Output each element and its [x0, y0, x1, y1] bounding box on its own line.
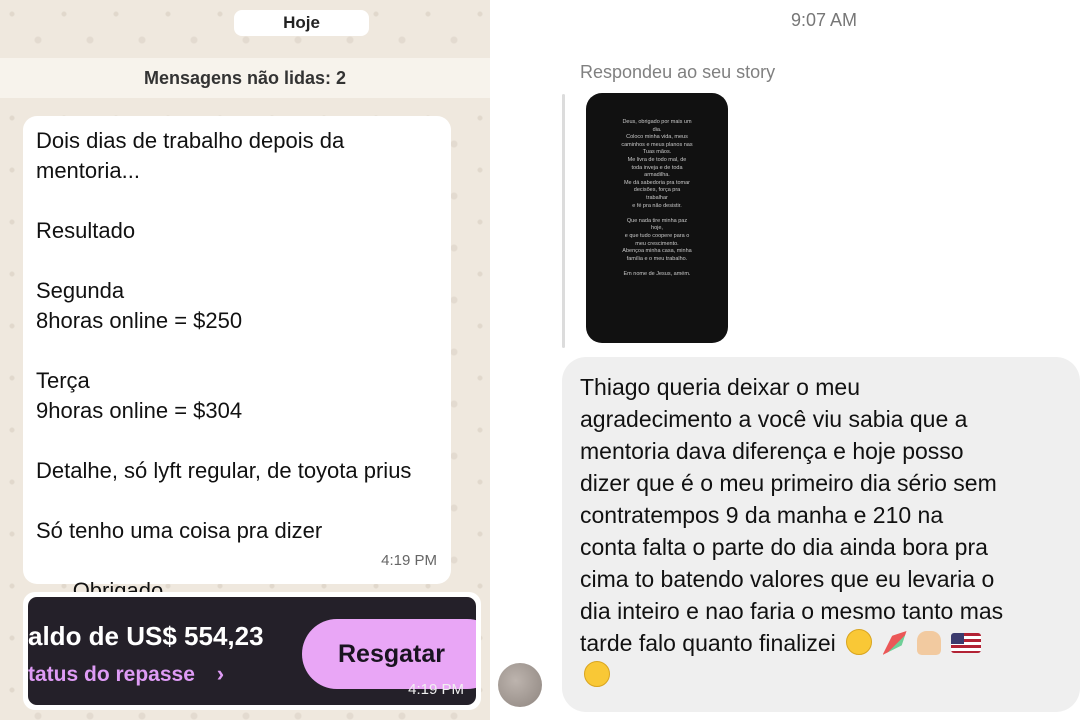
message-line: 8horas online = $250	[36, 308, 243, 333]
message-line: Thiago queria deixar o meu	[580, 374, 860, 400]
story-line	[600, 263, 714, 271]
story-line: Tuas mãos.	[642, 149, 672, 156]
message-line	[36, 336, 437, 366]
story-line: Deus, obrigado por mais um	[622, 119, 692, 125]
resgatar-button: Resgatar	[302, 619, 476, 689]
praying-hands-icon	[916, 631, 941, 655]
story-line: Abençoa minha casa, minha	[622, 248, 692, 255]
avatar[interactable]	[498, 663, 542, 707]
story-line: Em nome de Jesus, amém.	[623, 270, 691, 277]
message-line: Detalhe, só lyft regular, de toyota priu…	[36, 458, 412, 483]
message-last-line: tarde falo quanto finalizei	[580, 627, 1080, 659]
unread-banner: Mensagens não lidas: 2	[0, 58, 490, 98]
story-line: hoje,	[651, 225, 663, 232]
story-line: família e o meu trabalho.	[626, 255, 688, 262]
message-line-text: tarde falo quanto finalizei	[580, 630, 836, 656]
whatsapp-chat-pane: Hoje Mensagens não lidas: 2 Dois dias de…	[0, 0, 490, 720]
chat-timestamp: 9:07 AM	[790, 10, 858, 30]
story-line: trabalhar	[646, 194, 668, 201]
image-message-time: 4:19 PM	[408, 681, 464, 698]
message-line: cima to batendo valores que eu levaria o	[580, 566, 995, 592]
story-line: Me livra de todo mal, de	[627, 156, 687, 163]
story-line: e que tudo coopere para o	[624, 232, 690, 239]
message-line: Segunda	[36, 278, 125, 303]
payout-screenshot: aldo de US$ 554,23 tatus do repasse › Re…	[28, 597, 476, 705]
story-line: toda inveja e de toda	[631, 164, 683, 171]
story-line: Coloco minha vida, meus	[626, 134, 688, 141]
message-line: dizer que é o meu primeiro dia sério sem	[580, 470, 997, 496]
story-line: e fé pra não desistir.	[632, 202, 682, 209]
message-line: Dois dias de trabalho depois da	[36, 128, 345, 153]
story-line: Me dá sabedoria pra tomar	[623, 179, 691, 186]
instagram-dm-pane: 9:07 AM Respondeu ao seu story Deus, obr…	[490, 0, 1080, 720]
message-line: mentoria...	[36, 158, 140, 183]
message-line: agradecimento a você viu sabia que a	[580, 406, 968, 432]
story-reply-label: Respondeu ao seu story	[580, 62, 776, 82]
message-line	[36, 426, 437, 456]
story-thumbnail[interactable]: Deus, obrigado por mais um dia. Coloco m…	[586, 93, 728, 343]
date-pill: Hoje	[234, 10, 369, 36]
story-text: Deus, obrigado por mais um dia. Coloco m…	[600, 119, 714, 278]
star-struck-icon	[846, 629, 873, 655]
party-popper-icon	[882, 631, 907, 655]
story-line	[600, 210, 714, 218]
message-line: conta falta o parte do dia ainda bora pr…	[580, 534, 988, 560]
message-time: 4:19 PM	[381, 552, 437, 569]
dm-message-bubble[interactable]: Thiago queria deixar o meu agradecimento…	[562, 357, 1080, 712]
story-line: decisões, força pra	[633, 187, 681, 194]
status-text: tatus do repasse	[28, 663, 195, 686]
story-line: armadilha.	[644, 172, 670, 179]
message-line: Terça	[36, 368, 90, 393]
message-line: dia inteiro e nao faria o mesmo tanto ma…	[580, 598, 1004, 624]
message-emoji-line	[580, 659, 1080, 691]
story-line: meu crescimento.	[635, 240, 679, 247]
message-line	[36, 186, 437, 216]
message-line: Resultado	[36, 218, 136, 243]
message-line	[36, 246, 437, 276]
wink-icon	[584, 661, 610, 687]
message-line: Só tenho uma coisa pra dizer	[36, 518, 323, 543]
image-message-bubble[interactable]: aldo de US$ 554,23 tatus do repasse › Re…	[23, 592, 481, 710]
message-line: 9horas online = $304	[36, 398, 243, 423]
message-line	[36, 486, 437, 516]
chevron-right-icon: ›	[216, 661, 225, 686]
message-line: mentoria dava diferença e hoje posso	[580, 438, 964, 464]
story-line: Que nada tire minha paz	[626, 217, 688, 224]
us-flag-icon	[951, 633, 982, 653]
story-line: dia.	[652, 126, 662, 133]
status-link: tatus do repasse ›	[28, 661, 224, 688]
message-bubble[interactable]: Dois dias de trabalho depois da mentoria…	[23, 116, 451, 665]
story-line: caminhos e meus planos nas	[621, 141, 693, 148]
saldo-text: aldo de US$ 554,23	[28, 621, 264, 651]
message-line: contratempos 9 da manha e 210 na	[580, 502, 944, 528]
reply-indicator-bar	[562, 94, 565, 348]
